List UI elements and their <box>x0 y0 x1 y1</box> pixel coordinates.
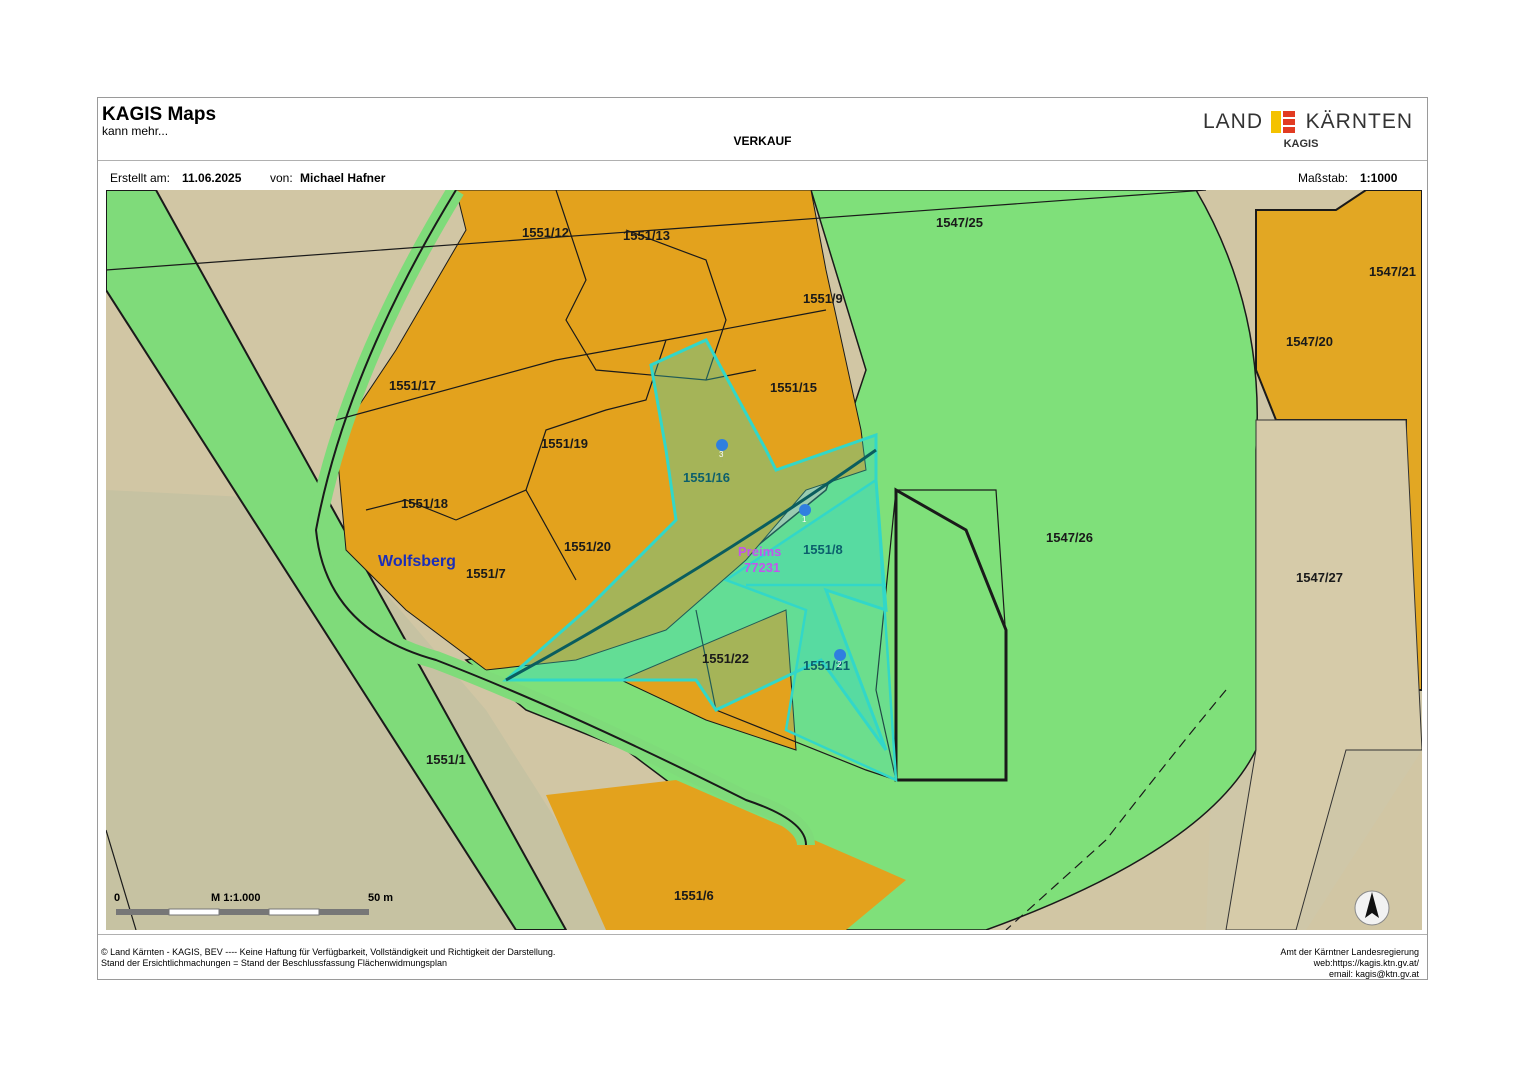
parcel-label: 1551/9 <box>803 291 843 306</box>
web-link[interactable]: web:https://kagis.ktn.gv.at/ <box>1280 958 1419 969</box>
header: KAGIS Maps kann mehr... VERKAUF LAND KÄR… <box>98 98 1427 161</box>
logo-subtitle: KAGIS <box>1283 138 1319 150</box>
svg-text:3: 3 <box>719 450 724 459</box>
footer: © Land Kärnten - KAGIS, BEV ---- Keine H… <box>98 934 1427 981</box>
scale-label: Maßstab: <box>1298 171 1349 185</box>
scale-mid: M 1:1.000 <box>211 892 261 904</box>
scale-end: 50 m <box>368 892 393 904</box>
parcel-label: 1551/8 <box>803 542 843 557</box>
office-name: Amt der Kärntner Landesregierung <box>1280 947 1419 957</box>
coat-of-arms-icon <box>1271 111 1295 133</box>
author-name: Michael Hafner <box>300 171 386 185</box>
map-sheet: KAGIS Maps kann mehr... VERKAUF LAND KÄR… <box>97 97 1428 980</box>
parcel-label: 1547/27 <box>1296 570 1343 585</box>
parcel-label: 1547/26 <box>1046 530 1093 545</box>
status-line: Stand der Ersichtlichmachungen = Stand d… <box>101 958 447 968</box>
created-date: 11.06.2025 <box>182 171 242 185</box>
land-kaernten-logo: LAND KÄRNTEN KAGIS <box>1203 104 1413 156</box>
parcel-label: 1551/19 <box>541 436 588 451</box>
app-title: KAGIS Maps <box>102 104 217 125</box>
parcel-label: 1551/6 <box>674 888 714 903</box>
parcel-label: 1551/15 <box>770 380 817 395</box>
municipality-label: Wolfsberg <box>378 553 456 570</box>
email-link[interactable]: email: kagis@ktn.gv.at <box>1280 969 1419 980</box>
scale-value: 1:1000 <box>1360 171 1398 185</box>
parcel-label: 1547/25 <box>936 215 983 230</box>
created-label: Erstellt am: <box>110 171 171 185</box>
copyright-line: © Land Kärnten - KAGIS, BEV ---- Keine H… <box>101 947 556 957</box>
info-bar: Erstellt am: 11.06.2025 von: Michael Haf… <box>98 160 1427 190</box>
author-label: von: <box>270 171 293 185</box>
parcel-label: 1551/22 <box>702 651 749 666</box>
parcel-label: 1551/17 <box>389 378 436 393</box>
parcel-label: 1551/13 <box>623 228 670 243</box>
parcel-label: 1547/20 <box>1286 334 1333 349</box>
map-canvas[interactable]: 1551/12 1551/13 1547/25 1551/9 1547/21 1… <box>106 190 1422 930</box>
parcel-label: 1551/20 <box>564 539 611 554</box>
cadastral-number: 77231 <box>744 560 780 575</box>
footer-left: © Land Kärnten - KAGIS, BEV ---- Keine H… <box>101 947 555 969</box>
cadastral-name: Preims <box>738 544 781 559</box>
parcel-label: 1551/12 <box>522 225 569 240</box>
parcel-label: 1551/18 <box>401 496 448 511</box>
north-arrow-icon <box>1354 890 1390 926</box>
parcel-label: 1551/16 <box>683 470 730 485</box>
parcel-label: 1551/7 <box>466 566 506 581</box>
logo-text-kaernten: KÄRNTEN <box>1305 110 1413 133</box>
scale-start: 0 <box>114 892 120 904</box>
parcel-label: 1551/1 <box>426 752 466 767</box>
logo-text-land: LAND <box>1203 110 1264 133</box>
parcel-label: 1547/21 <box>1369 264 1416 279</box>
map-svg: 1551/12 1551/13 1547/25 1551/9 1547/21 1… <box>106 190 1422 930</box>
svg-text:1: 1 <box>802 515 807 524</box>
svg-text:2: 2 <box>837 660 842 669</box>
footer-right: Amt der Kärntner Landesregierung web:htt… <box>1280 947 1419 980</box>
